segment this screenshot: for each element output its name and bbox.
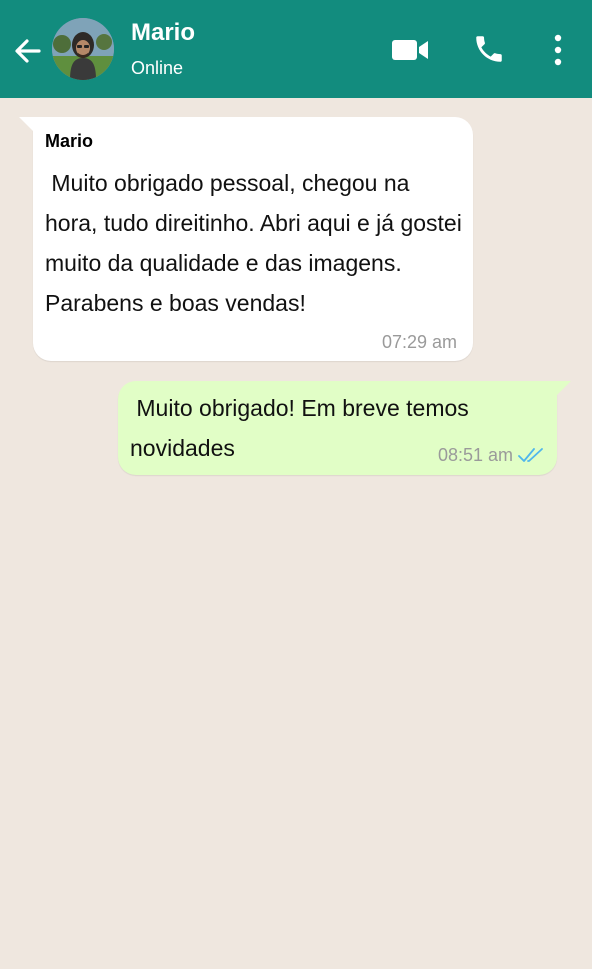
message-time: 08:51 am (437, 445, 513, 465)
phone-call-icon[interactable] (472, 32, 506, 66)
video-call-icon[interactable] (391, 37, 429, 63)
contact-status: Online (131, 58, 184, 78)
avatar[interactable] (52, 18, 114, 80)
bubble-tail-icon (555, 381, 571, 397)
message-sender: Mario (45, 131, 94, 151)
more-options-icon[interactable] (552, 33, 564, 67)
contact-name[interactable]: Mario (131, 19, 195, 47)
message-text: Muito obrigado pessoal, chegou na hora, … (45, 170, 469, 316)
incoming-message-bubble[interactable]: Mario Muito obrigado pessoal, chegou na … (19, 117, 473, 361)
back-arrow-icon[interactable] (12, 35, 44, 67)
outgoing-message-bubble[interactable]: Muito obrigado! Em breve temos novidades… (118, 381, 571, 475)
double-check-read-icon (518, 448, 543, 462)
avatar-photo-icon (52, 18, 114, 80)
message-time: 07:29 am (381, 332, 457, 352)
chat-header: Mario Online (0, 0, 592, 98)
bubble-tail-icon (19, 117, 35, 133)
